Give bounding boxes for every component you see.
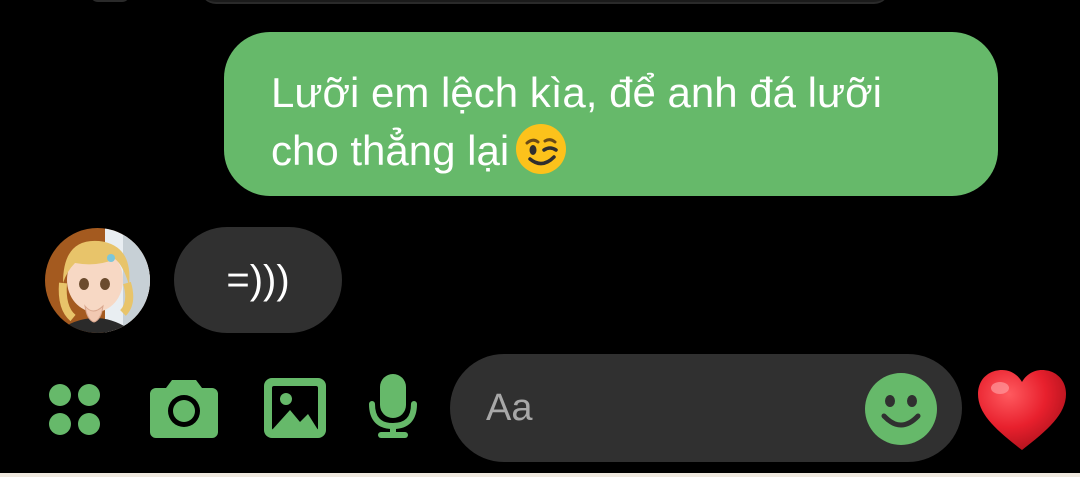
avatar-image bbox=[45, 228, 150, 333]
camera-icon[interactable] bbox=[150, 378, 218, 438]
previous-message-remnant bbox=[200, 0, 890, 4]
outgoing-message-line2-row: cho thẳng lại bbox=[271, 122, 958, 180]
apps-grid-icon[interactable] bbox=[46, 382, 104, 438]
outgoing-message-line1: Lưỡi em lệch kìa, để anh đá lưỡi bbox=[271, 69, 882, 116]
microphone-icon[interactable] bbox=[368, 374, 418, 440]
bottom-edge bbox=[0, 473, 1080, 477]
incoming-message-bubble[interactable]: =))) bbox=[174, 227, 342, 333]
heart-icon[interactable] bbox=[976, 368, 1068, 452]
outgoing-message-line2: cho thẳng lại bbox=[271, 127, 510, 174]
message-input[interactable] bbox=[486, 384, 846, 432]
previous-message-remnant-left bbox=[90, 0, 130, 2]
incoming-message-text: =))) bbox=[226, 257, 290, 302]
message-composer[interactable] bbox=[450, 354, 962, 462]
emoji-smile-icon[interactable] bbox=[864, 372, 938, 446]
outgoing-message-bubble[interactable]: Lưỡi em lệch kìa, để anh đá lưỡi cho thẳ… bbox=[224, 32, 998, 196]
avatar[interactable] bbox=[45, 228, 150, 333]
wink-emoji-icon bbox=[516, 124, 567, 174]
gallery-icon[interactable] bbox=[264, 378, 326, 438]
